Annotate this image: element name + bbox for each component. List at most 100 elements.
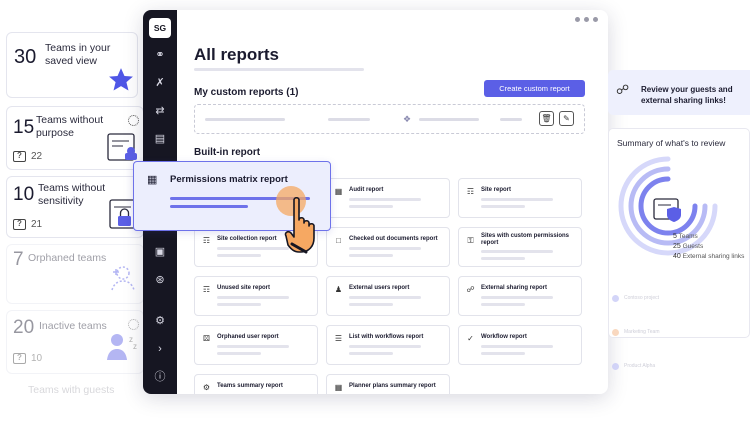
report-name: Orphaned user report (217, 334, 279, 340)
report-name: Sites with custom permissions report (481, 233, 570, 246)
question-icon: ? (13, 353, 26, 364)
report-name: Checked out documents report (349, 236, 438, 242)
info-icon[interactable]: ⓘ (153, 370, 167, 384)
legend-teams: 5 Teams (673, 233, 698, 240)
question-count: ? 22 (13, 151, 42, 162)
report-name: Workflow report (481, 334, 527, 340)
without-purpose-label: Teams without purpose (36, 114, 104, 139)
site-icon: ☶ (466, 187, 475, 196)
report-name: Teams summary report (217, 383, 283, 389)
report-card-site[interactable]: ☶ Site report (458, 178, 582, 218)
report-card-unused-site[interactable]: ☶ Unused site report (194, 276, 318, 316)
document-icon[interactable]: ▣ (153, 245, 167, 259)
report-card-external-sharing[interactable]: ☍ External sharing report (458, 276, 582, 316)
orphaned-count: 7 (13, 249, 24, 270)
site-collection-icon: ☶ (202, 236, 211, 245)
placeholder-line (500, 118, 522, 121)
team-card-without-sensitivity[interactable]: 10 Teams without sensitivity ? 21 (6, 176, 144, 238)
without-sensitivity-count: 10 (13, 184, 35, 205)
question-count: ? 10 (13, 353, 42, 364)
ghost-row: Marketing Team (612, 326, 659, 338)
audit-icon: ▦ (334, 187, 343, 196)
teams-document-icon (107, 133, 137, 161)
report-name: List with workflows report (349, 334, 424, 340)
report-name: External sharing report (481, 285, 548, 291)
question-count: ? 21 (13, 219, 42, 230)
svg-text:z: z (133, 342, 137, 351)
shield-document-icon (653, 198, 681, 222)
shuffle-icon[interactable]: ✗ (153, 76, 167, 90)
team-card-with-guests[interactable]: Teams with guests (6, 378, 144, 418)
matrix-icon: ▦ (147, 174, 158, 186)
window-menu-dots[interactable] (575, 17, 598, 22)
document-icon: □ (336, 236, 341, 245)
clipboard-icon[interactable]: ▤ (153, 132, 167, 146)
edit-icon[interactable]: ✎ (559, 111, 574, 126)
report-card-checked-out-documents[interactable]: □ Checked out documents report (326, 227, 450, 267)
apps-icon[interactable]: ⊛ (153, 273, 167, 287)
report-card-planner-plans[interactable]: ▦ Planner plans summary report (326, 374, 450, 394)
star-icon (109, 68, 133, 91)
sleeping-user-icon: z z (107, 334, 137, 360)
saved-view-label: Teams in your saved view (45, 42, 111, 67)
question-icon: ? (13, 219, 26, 230)
report-card-custom-permissions[interactable]: ⚿ Sites with custom permissions report (458, 227, 582, 267)
ghost-row: Product Alpha (612, 360, 655, 372)
add-user-icon (111, 266, 135, 291)
report-card-workflow[interactable]: ✓ Workflow report (458, 325, 582, 365)
report-card-external-users[interactable]: ♟ External users report (326, 276, 450, 316)
custom-report-row[interactable]: ❖ 🗑 ✎ (194, 104, 585, 134)
report-card-list-workflows[interactable]: ☰ List with workflows report (326, 325, 450, 365)
delete-icon[interactable]: 🗑 (539, 111, 554, 126)
settings-icon[interactable]: ⚙ (153, 314, 167, 328)
link-icon: ☍ (616, 82, 630, 97)
report-name: External users report (349, 285, 410, 291)
summary-card: Summary of what's to review 5 Teams 25 G… (608, 128, 750, 338)
list-icon: ☰ (334, 334, 343, 343)
guest-review-text: Review your guests and external sharing … (641, 85, 733, 105)
builtin-reports-heading: Built-in report (194, 147, 261, 158)
team-card-saved-view[interactable]: 30 Teams in your saved view (6, 32, 138, 98)
team-card-orphaned[interactable]: 7 Orphaned teams (6, 244, 144, 304)
guest-review-banner[interactable]: ☍ Review your guests and external sharin… (608, 70, 750, 115)
terminal-icon[interactable]: › (153, 342, 167, 356)
planner-icon: ▦ (334, 383, 343, 392)
placeholder-line (328, 118, 370, 121)
report-name: Unused site report (217, 285, 271, 291)
transfer-icon[interactable]: ⇄ (153, 104, 167, 118)
create-custom-report-button[interactable]: Create custom report (484, 80, 585, 97)
without-purpose-count: 15 (13, 117, 35, 138)
title-underline (194, 68, 364, 71)
teams-icon: ⚙ (202, 383, 211, 392)
with-guests-label: Teams with guests (28, 384, 115, 396)
legend-guests: 25 Guests (673, 243, 704, 250)
report-card-orphaned-user[interactable]: ⚄ Orphaned user report (194, 325, 318, 365)
placeholder-line (205, 118, 285, 121)
key-icon: ⚿ (467, 236, 474, 245)
without-sensitivity-label: Teams without sensitivity (38, 182, 106, 207)
users-icon: ♟ (334, 285, 343, 294)
gear-icon[interactable] (128, 319, 139, 330)
gear-icon[interactable] (128, 115, 139, 126)
app-logo[interactable]: SG (149, 18, 171, 38)
right-panel: ☍ Review your guests and external sharin… (608, 70, 750, 338)
page-title: All reports (194, 45, 280, 64)
custom-reports-heading: My custom reports (1) (194, 87, 299, 98)
legend-sharing-links: 40 External sharing links (673, 253, 745, 260)
question-icon: ? (13, 151, 26, 162)
diamond-icon: ❖ (403, 114, 412, 124)
report-name: Planner plans summary report (349, 383, 436, 389)
summary-title: Summary of what's to review (617, 138, 726, 148)
workflow-icon: ✓ (467, 334, 474, 343)
report-card-audit[interactable]: ▦ Audit report (326, 178, 450, 218)
report-name: Audit report (349, 187, 384, 193)
placeholder-line (170, 205, 248, 208)
site-icon: ☶ (202, 285, 211, 294)
pointer-hand-icon (284, 196, 315, 254)
report-card-teams-summary[interactable]: ⚙ Teams summary report (194, 374, 318, 394)
binoculars-icon[interactable]: ⚭ (153, 48, 167, 62)
team-card-without-purpose[interactable]: 15 Teams without purpose ? 22 (6, 106, 144, 170)
team-card-inactive[interactable]: 20 Inactive teams ? 10 z z (6, 310, 144, 374)
inactive-count: 20 (13, 317, 35, 338)
ghost-row: Contoso project (612, 292, 659, 304)
